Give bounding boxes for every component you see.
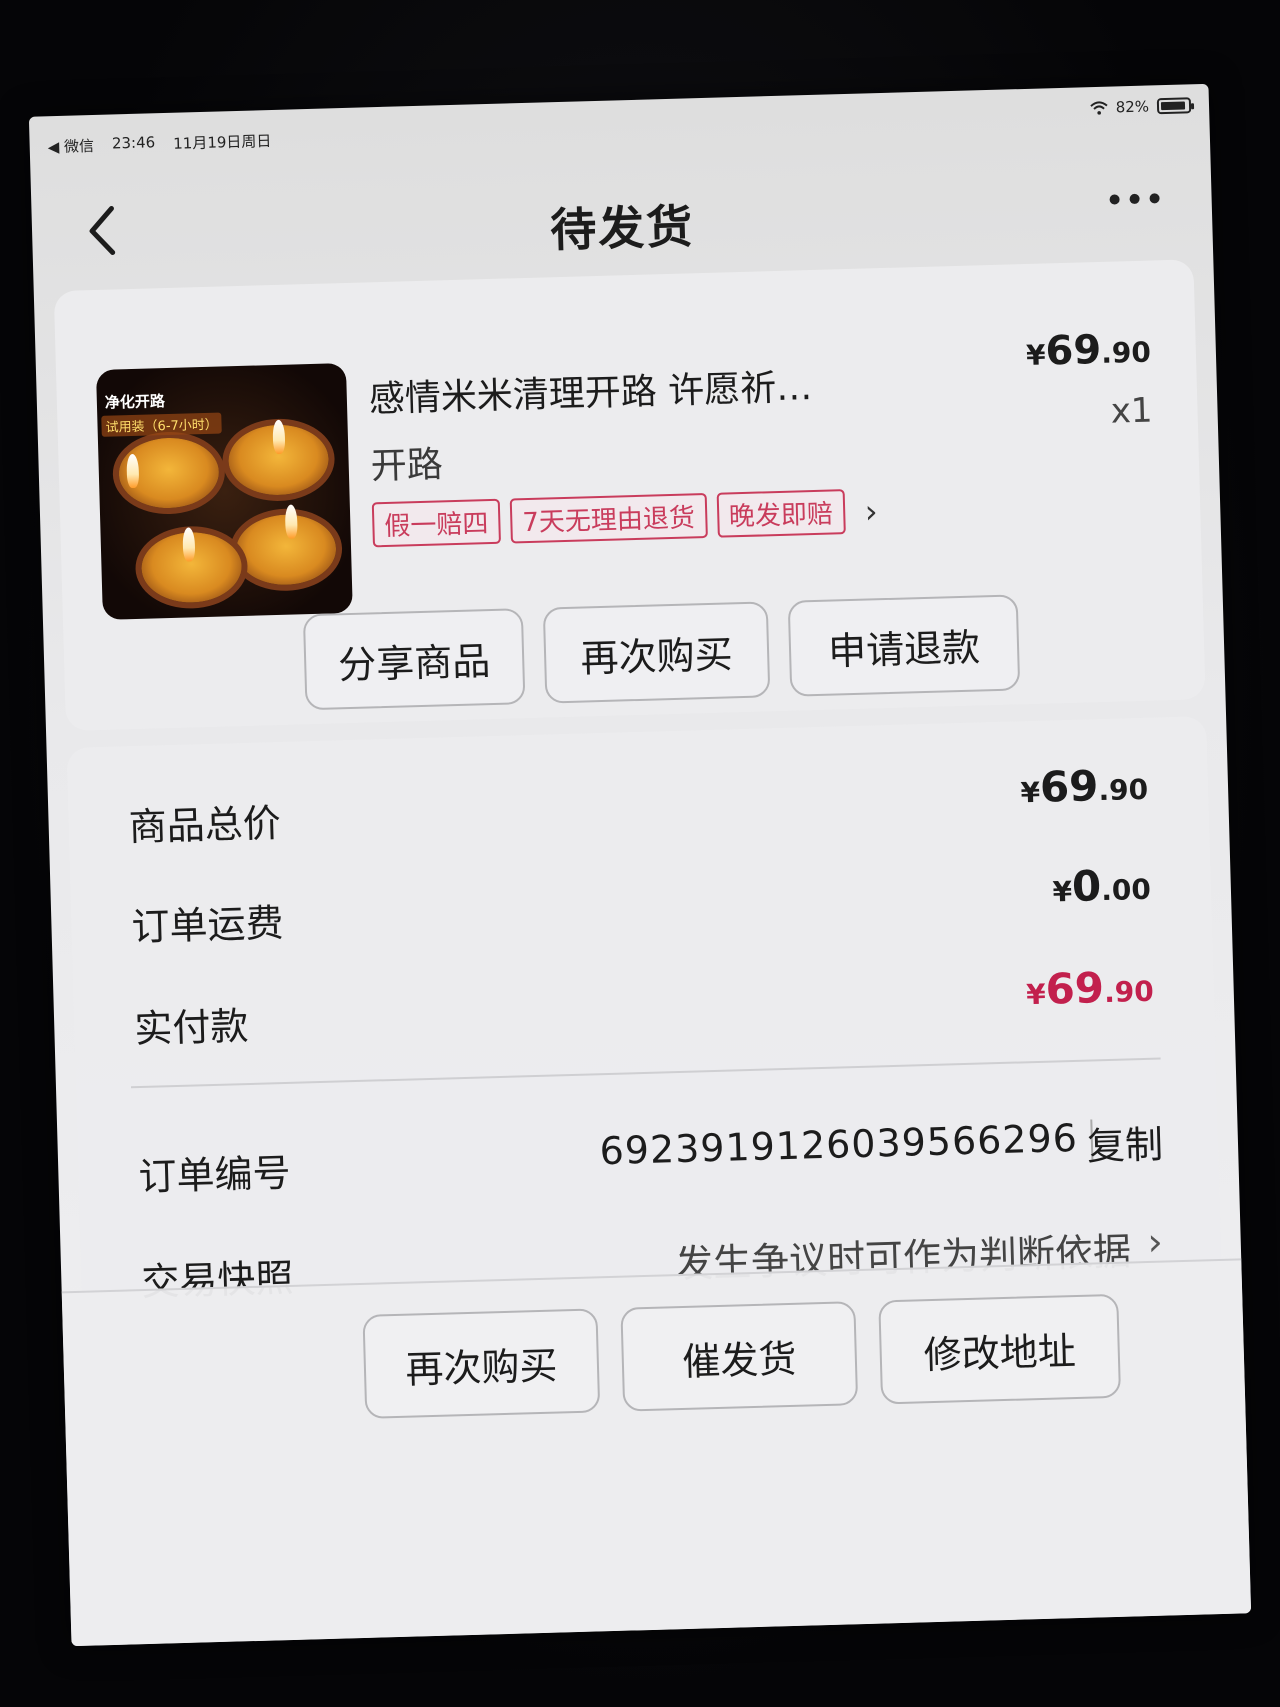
buy-again-button-card[interactable]: 再次购买 — [542, 601, 771, 704]
device-frame: ◀ 微信 23:46 11月19日周日 82% 待发货 净化开路 试用装（6-7… — [0, 0, 1280, 1707]
product-quantity: x1 — [1110, 390, 1154, 432]
bottom-action-bar: 再次购买 催发货 修改地址 — [61, 1258, 1252, 1647]
tag-late-compensation: 晚发即赔 — [716, 489, 846, 538]
buy-again-button[interactable]: 再次购买 — [362, 1308, 601, 1419]
share-product-button[interactable]: 分享商品 — [302, 608, 526, 711]
product-spec: 开路 — [370, 444, 444, 488]
image-subcaption: 试用装（6-7小时） — [101, 412, 223, 437]
divider — [130, 1057, 1161, 1089]
shipping-value: ¥0.00 — [1052, 861, 1152, 911]
paid-label: 实付款 — [133, 1004, 249, 1052]
product-title[interactable]: 感情米米清理开路 许愿祈… — [368, 356, 889, 422]
battery-icon — [1156, 97, 1192, 115]
more-icon[interactable] — [1109, 193, 1160, 205]
status-time: 23:46 — [111, 133, 156, 153]
battery-percent: 82% — [1115, 97, 1150, 117]
change-address-button[interactable]: 修改地址 — [878, 1293, 1122, 1405]
goods-total-value: ¥69.90 — [1020, 761, 1149, 812]
product-price: ¥69.90 — [1025, 326, 1152, 375]
app-screen: ◀ 微信 23:46 11月19日周日 82% 待发货 净化开路 试用装（6-7… — [28, 83, 1252, 1647]
status-date: 11月19日周日 — [172, 132, 272, 153]
tag-7day-return: 7天无理由退货 — [509, 493, 708, 544]
chevron-right-icon[interactable]: › — [864, 492, 878, 530]
chevron-right-icon[interactable]: › — [1147, 1220, 1163, 1264]
tag-fake-compensation: 假一赔四 — [371, 498, 501, 548]
page-title: 待发货 — [549, 199, 695, 258]
wifi-icon — [1089, 101, 1108, 115]
service-tags[interactable]: 假一赔四 7天无理由退货 晚发即赔 › — [371, 488, 878, 548]
urge-shipment-button[interactable]: 催发货 — [620, 1301, 859, 1412]
image-caption: 净化开路 — [104, 392, 166, 412]
request-refund-button[interactable]: 申请退款 — [787, 594, 1021, 697]
order-number: 6923919126039566296 — [599, 1115, 1079, 1174]
paid-value: ¥69.90 — [1025, 963, 1155, 1014]
product-image[interactable]: 净化开路 试用装（6-7小时） — [95, 363, 353, 620]
order-number-label: 订单编号 — [137, 1150, 292, 1200]
order-summary-card: 商品总价 ¥69.90 订单运费 ¥0.00 实付款 ¥69.90 订单编号 6… — [66, 716, 1223, 1348]
copy-button[interactable]: 复制 — [1086, 1114, 1164, 1171]
shipping-label: 订单运费 — [130, 900, 285, 950]
back-to-app[interactable]: ◀ 微信 — [47, 135, 94, 157]
product-card: 净化开路 试用装（6-7小时） 感情米米清理开路 许愿祈… 开路 ¥69.90 … — [53, 259, 1206, 731]
goods-total-label: 商品总价 — [128, 801, 282, 850]
